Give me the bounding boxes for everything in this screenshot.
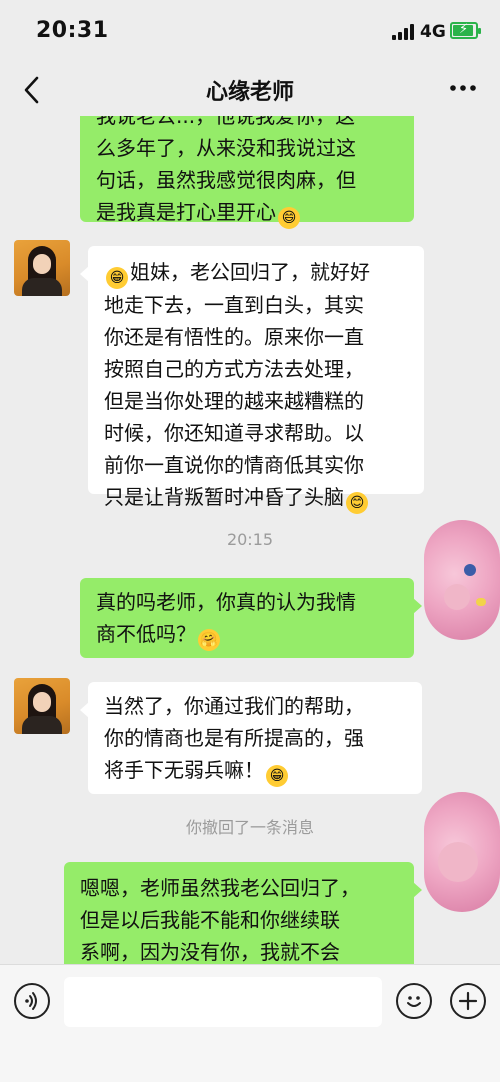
message-bubble-incoming[interactable]: 😁 姐妹，老公回归了，就好好 地走下去，一直到白头，其实 你还是有悟性的。原来你一… bbox=[80, 246, 424, 514]
message-bubble-outgoing[interactable]: 真的吗老师，你真的认为我情 商不低吗？ 🤗 bbox=[80, 578, 422, 658]
avatar-teacher[interactable] bbox=[14, 240, 70, 296]
message-bubble-outgoing[interactable]: 我说老公...，他说我爱你，这 么多年了，从来没和我说过这 句话，虽然我感觉很肉… bbox=[80, 116, 414, 229]
plus-icon[interactable] bbox=[450, 983, 486, 1019]
grin-emoji-icon: 😄 bbox=[278, 207, 300, 229]
input-bar bbox=[0, 964, 500, 1039]
grin-emoji-icon: 😁 bbox=[266, 765, 288, 787]
message-input[interactable] bbox=[64, 977, 382, 1027]
network-label: 4G bbox=[420, 22, 446, 42]
status-time: 20:31 bbox=[36, 18, 109, 43]
bottom-safe-area bbox=[0, 1038, 500, 1082]
chat-title: 心缘老师 bbox=[205, 80, 294, 105]
emoji-icon[interactable] bbox=[396, 983, 432, 1019]
avatar-me[interactable] bbox=[424, 520, 500, 640]
chat-area[interactable]: 我说老公...，他说我爱你，这 么多年了，从来没和我说过这 句话，虽然我感觉很肉… bbox=[0, 116, 500, 964]
hug-emoji-icon: 🤗 bbox=[198, 629, 220, 651]
avatar-me[interactable] bbox=[424, 792, 500, 912]
battery-icon: ⚡ bbox=[450, 22, 481, 39]
message-bubble-outgoing[interactable]: 嗯嗯，老师虽然我老公回归了， 但是以后我能不能和你继续联 系啊，因为没有你，我就… bbox=[64, 862, 422, 964]
voice-input-icon[interactable] bbox=[14, 983, 50, 1019]
message-bubble-incoming[interactable]: 当然了，你通过我们的帮助， 你的情商也是有所提高的，强 将手下无弱兵嘛！ 😁 bbox=[80, 682, 422, 794]
status-bar: 20:31 4G ⚡ bbox=[0, 0, 500, 62]
more-options-icon[interactable] bbox=[448, 76, 478, 100]
signal-icon bbox=[392, 24, 414, 40]
chat-header: 心缘老师 bbox=[0, 62, 500, 116]
grin-emoji-icon: 😁 bbox=[106, 267, 128, 289]
avatar-teacher[interactable] bbox=[14, 678, 70, 734]
smile-emoji-icon: 😊 bbox=[346, 492, 368, 514]
